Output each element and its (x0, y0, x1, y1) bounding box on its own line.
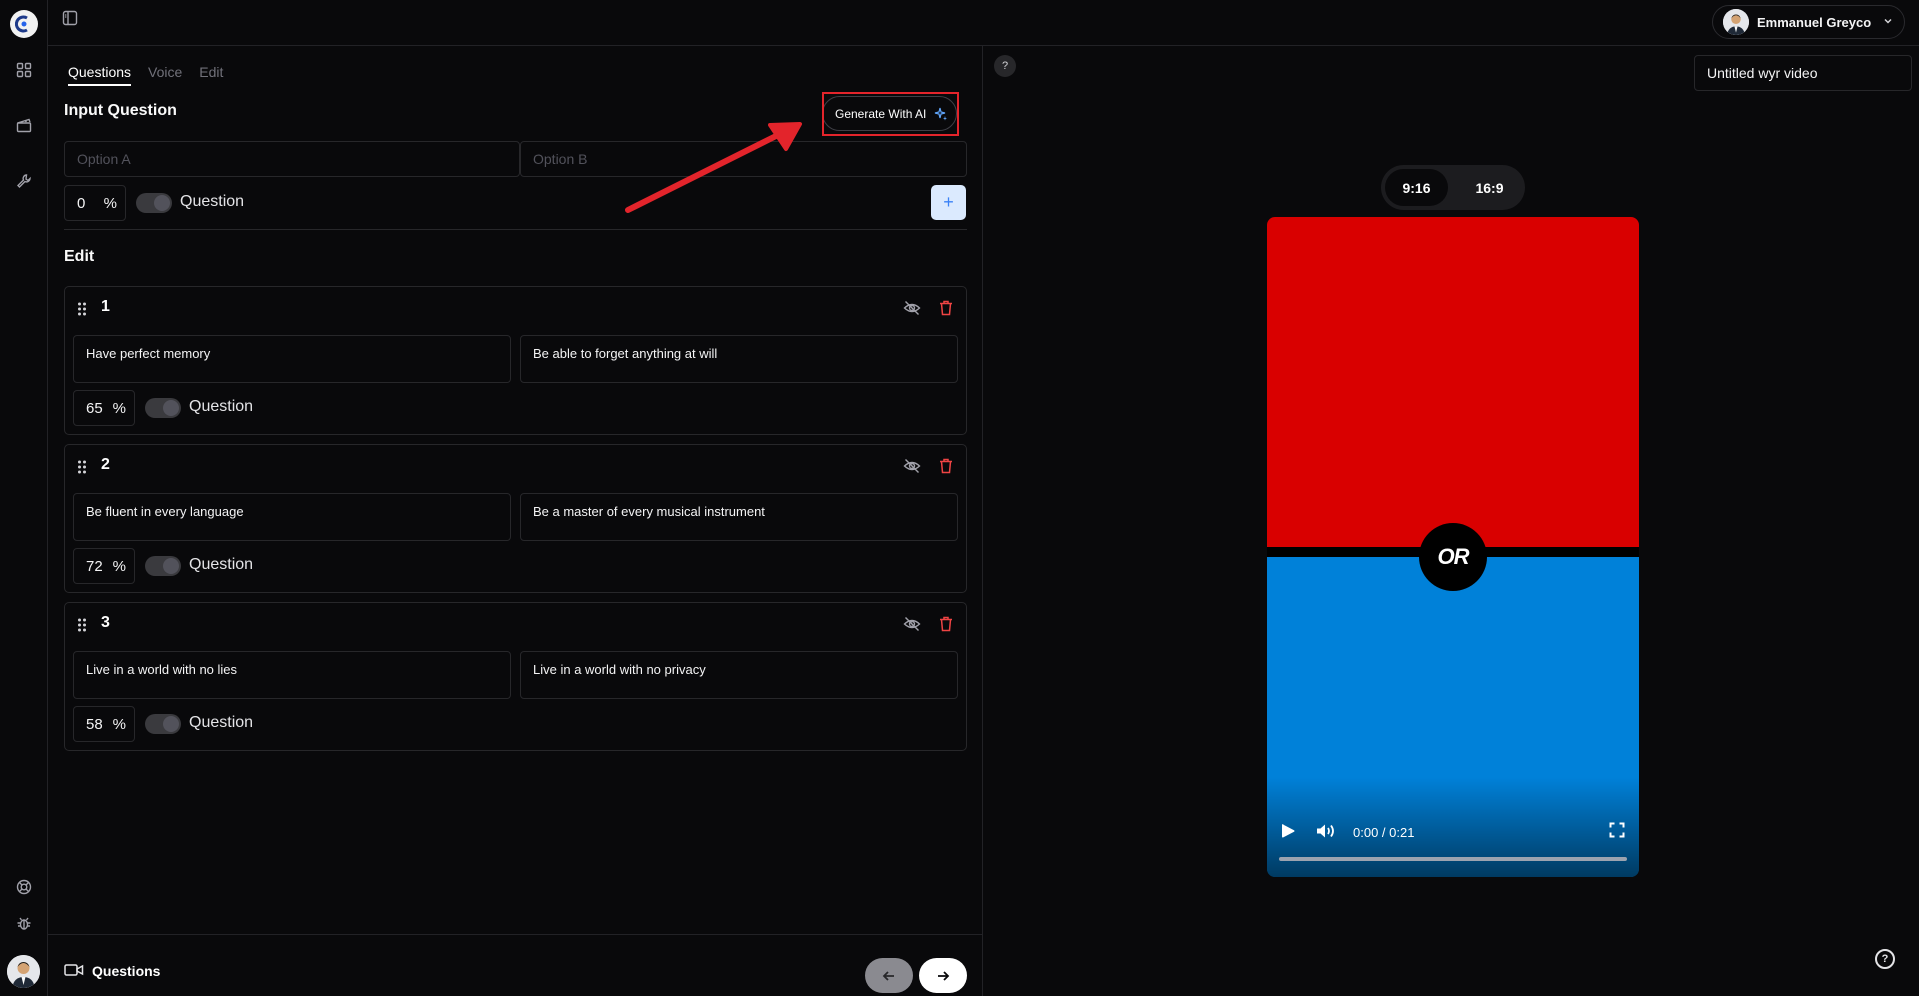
editor-panel: Questions Voice Edit Input Question Gene… (48, 46, 983, 996)
bug-icon[interactable] (14, 913, 34, 933)
fullscreen-icon[interactable] (1609, 822, 1625, 838)
aspect-ratio-switch: 9:16 16:9 (1381, 165, 1525, 210)
eye-off-icon[interactable] (903, 457, 921, 475)
percent-input[interactable]: 0 % (64, 185, 126, 221)
video-player[interactable]: OR 0:00 / 0:21 (1267, 217, 1639, 877)
tab-edit[interactable]: Edit (199, 64, 223, 86)
trash-icon[interactable] (937, 457, 955, 475)
option-b-field[interactable]: Be a master of every musical instrument (520, 493, 958, 541)
video-camera-icon (64, 964, 84, 976)
highlight-box (822, 92, 959, 136)
question-card: 3 Live in a world with no lies Live in a… (64, 602, 967, 751)
side-rail (0, 0, 48, 996)
ratio-option-9-16[interactable]: 9:16 (1385, 169, 1448, 206)
progress-bar[interactable] (1279, 857, 1627, 861)
option-a-input[interactable]: Option A (64, 141, 520, 177)
arrow-left-icon (882, 970, 894, 981)
option-b-field[interactable]: Live in a world with no privacy (520, 651, 958, 699)
section-divider (64, 229, 967, 230)
option-a-field[interactable]: Have perfect memory (73, 335, 511, 383)
input-question-heading: Input Question (64, 102, 177, 119)
percent-value: 58 (86, 715, 103, 733)
tab-questions[interactable]: Questions (68, 64, 132, 86)
user-menu[interactable]: Emmanuel Greyco (1712, 5, 1905, 39)
time-display: 0:00 / 0:21 (1353, 825, 1415, 840)
annotation-arrow (625, 122, 802, 213)
drag-handle-icon[interactable] (77, 460, 87, 474)
percent-input[interactable]: 65% (73, 390, 135, 426)
question-toggle[interactable] (145, 556, 181, 576)
edit-heading: Edit (64, 248, 95, 265)
option-b-field[interactable]: Be able to forget anything at will (520, 335, 958, 383)
volume-icon[interactable] (1315, 822, 1337, 840)
option-a-panel (1267, 217, 1639, 547)
add-question-button[interactable]: + (931, 185, 966, 220)
video-title-input[interactable]: Untitled wyr video (1694, 55, 1912, 91)
question-toggle-label: Question (189, 714, 254, 731)
option-a-placeholder: Option A (77, 151, 131, 167)
eye-off-icon[interactable] (903, 615, 921, 633)
question-card: 1 Have perfect memory Be able to forget … (64, 286, 967, 435)
question-number: 2 (101, 456, 110, 473)
question-card: 2 Be fluent in every language Be a maste… (64, 444, 967, 593)
help-button[interactable]: ? (994, 55, 1016, 77)
logo-icon (15, 15, 28, 33)
wrench-icon[interactable] (14, 171, 34, 191)
question-number: 3 (101, 614, 110, 631)
question-number: 1 (101, 298, 110, 315)
option-a-field[interactable]: Live in a world with no lies (73, 651, 511, 699)
grid-icon[interactable] (14, 60, 34, 80)
option-a-field[interactable]: Be fluent in every language (73, 493, 511, 541)
question-toggle[interactable] (136, 193, 172, 213)
play-icon[interactable] (1279, 822, 1297, 840)
footer-bar: Questions (48, 934, 983, 996)
percent-sign: % (103, 194, 117, 212)
tab-voice[interactable]: Voice (148, 64, 182, 86)
question-toggle-label: Question (189, 398, 254, 415)
previous-button[interactable] (865, 958, 913, 993)
drag-handle-icon[interactable] (77, 618, 87, 632)
clapperboard-icon[interactable] (14, 115, 34, 135)
percent-value: 0 (77, 194, 86, 212)
question-toggle-label: Question (180, 193, 245, 210)
percent-sign: % (112, 557, 126, 575)
eye-off-icon[interactable] (903, 299, 921, 317)
drag-handle-icon[interactable] (77, 302, 87, 316)
sidebar-toggle-icon[interactable] (62, 10, 80, 28)
step-label: Questions (92, 963, 161, 979)
trash-icon[interactable] (937, 299, 955, 317)
question-toggle[interactable] (145, 398, 181, 418)
user-name: Emmanuel Greyco (1757, 14, 1872, 30)
arrow-right-icon (938, 970, 950, 981)
or-badge: OR (1419, 523, 1487, 591)
avatar[interactable] (7, 955, 40, 988)
question-toggle-label: Question (189, 556, 254, 573)
chevron-down-icon (1882, 15, 1894, 30)
trash-icon[interactable] (937, 615, 955, 633)
percent-value: 72 (86, 557, 103, 575)
percent-input[interactable]: 58% (73, 706, 135, 742)
percent-value: 65 (86, 399, 103, 417)
app-logo[interactable] (10, 10, 38, 38)
percent-input[interactable]: 72% (73, 548, 135, 584)
preview-panel: ? Untitled wyr video 9:16 16:9 OR 0:00 /… (984, 46, 1919, 996)
next-button[interactable] (919, 958, 967, 993)
question-toggle[interactable] (145, 714, 181, 734)
percent-sign: % (112, 399, 126, 417)
support-icon[interactable] (14, 877, 34, 897)
percent-sign: % (112, 715, 126, 733)
tab-bar: Questions Voice Edit (68, 64, 223, 86)
ratio-option-16-9[interactable]: 16:9 (1458, 169, 1521, 206)
help-circle-icon[interactable]: ? (1875, 949, 1895, 969)
user-avatar (1723, 9, 1749, 35)
option-b-placeholder: Option B (533, 151, 588, 167)
